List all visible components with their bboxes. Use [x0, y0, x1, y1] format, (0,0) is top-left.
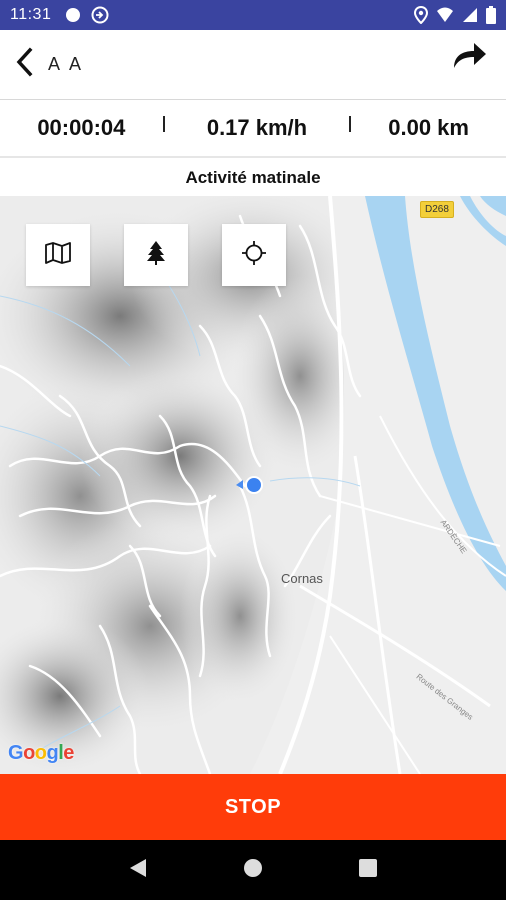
current-location-dot	[245, 476, 263, 494]
tree-icon	[146, 240, 166, 271]
nav-recents-button[interactable]	[348, 850, 388, 890]
locate-icon	[241, 240, 267, 271]
back-button[interactable]	[0, 30, 48, 100]
stats-row: 00:00:04 0.17 km/h 0.00 km	[0, 100, 506, 158]
map-icon	[45, 241, 71, 269]
nav-back-button[interactable]	[118, 850, 158, 890]
record-dot-icon	[65, 7, 81, 23]
nav-back-icon	[129, 858, 147, 883]
nav-recents-icon	[359, 858, 378, 882]
app-header: A A	[0, 30, 506, 100]
status-time: 11:31	[10, 6, 52, 23]
recenter-button[interactable]	[222, 224, 286, 286]
share-button[interactable]	[440, 28, 500, 88]
map-view[interactable]: D268 Cornas ARDÈCHE Route des Granges Go…	[0, 196, 506, 774]
duration-value: 00:00:04	[37, 115, 126, 140]
system-nav-bar	[0, 840, 506, 900]
nav-home-button[interactable]	[233, 850, 273, 890]
battery-icon	[486, 6, 496, 24]
speed-value: 0.17 km/h	[206, 115, 308, 140]
distance-value: 0.00 km	[388, 115, 469, 140]
map-layer-button[interactable]	[26, 224, 90, 286]
nav-home-icon	[243, 858, 263, 883]
activity-title: Activité matinale	[185, 168, 321, 187]
road-badge: D268	[420, 201, 454, 218]
page-title: A A	[48, 54, 85, 74]
terrain-layer-button[interactable]	[124, 224, 188, 286]
stop-button[interactable]: STOP	[0, 774, 506, 840]
signal-icon	[462, 7, 478, 23]
location-pin-icon	[414, 6, 428, 24]
share-arrow-icon	[452, 40, 488, 75]
google-logo: Google	[8, 742, 74, 764]
chevron-left-icon	[14, 47, 34, 82]
sync-status-icon	[91, 6, 109, 24]
place-label: Cornas	[281, 571, 323, 586]
wifi-icon	[436, 7, 454, 23]
status-bar: 11:31	[0, 0, 506, 30]
